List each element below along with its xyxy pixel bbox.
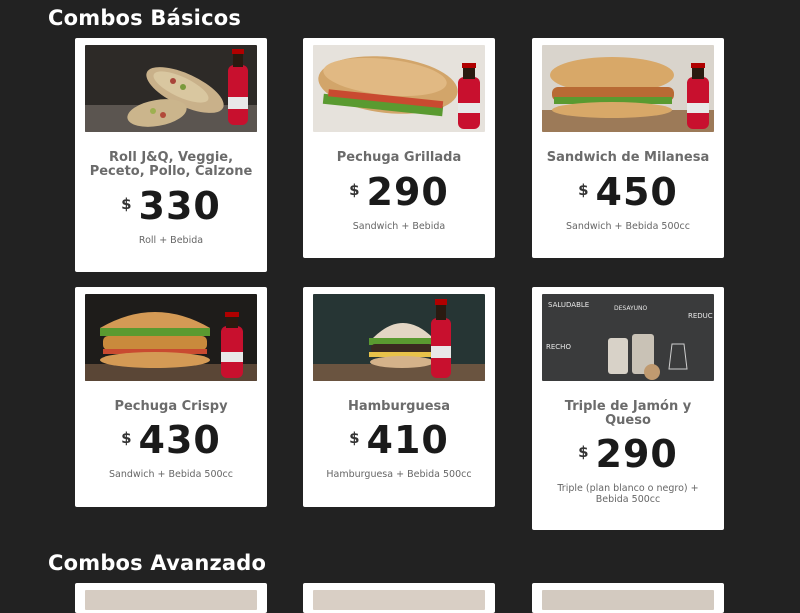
combo-price-value: 410: [366, 418, 449, 462]
section-title-basic: Combos Básicos: [48, 6, 242, 30]
combo-name: Pechuga Crispy: [114, 399, 228, 414]
combo-name: Pechuga Grillada: [336, 150, 462, 165]
combo-image-pechuga-crispy: [85, 294, 257, 381]
combo-image-hamburguesa: [313, 294, 485, 381]
combo-price-value: 450: [595, 170, 678, 214]
combo-image-pechuga-grillada: [313, 45, 485, 132]
combo-description: Triple (plan blanco o negro) + Bebida 50…: [557, 483, 699, 505]
currency-symbol: $: [578, 181, 590, 199]
combo-price-value: 430: [138, 418, 221, 462]
chalk-text: SALUDABLE: [548, 301, 589, 309]
combo-card[interactable]: Roll J&Q, Veggie, Peceto, Pollo, Calzone…: [75, 38, 267, 272]
combo-card[interactable]: [303, 583, 495, 613]
combo-card[interactable]: Pechuga Crispy $430 Sandwich + Bebida 50…: [75, 287, 267, 507]
combo-card[interactable]: Pechuga Grillada $290 Sandwich + Bebida: [303, 38, 495, 258]
combo-price: $290: [303, 172, 495, 212]
combo-card[interactable]: SALUDABLE DESAYUNO RECHO REDUC Triple de…: [532, 287, 724, 530]
combo-card[interactable]: [75, 583, 267, 613]
currency-symbol: $: [121, 195, 133, 213]
section-title-advanced: Combos Avanzado: [48, 551, 267, 575]
combo-name: Triple de Jamón y Queso: [564, 399, 692, 428]
combo-image: [542, 590, 714, 610]
combo-description: Roll + Bebida: [138, 235, 204, 246]
combo-price: $290: [532, 434, 724, 474]
chalk-text: DESAYUNO: [614, 305, 648, 312]
combo-price: $330: [75, 186, 267, 226]
combo-card[interactable]: Sandwich de Milanesa $450 Sandwich + Beb…: [532, 38, 724, 258]
combo-description: Sandwich + Bebida 500cc: [108, 469, 234, 480]
combo-price-value: 290: [366, 170, 449, 214]
combo-price: $410: [303, 420, 495, 460]
combo-image-milanesa: [542, 45, 714, 132]
combo-description: Hamburguesa + Bebida 500cc: [326, 469, 472, 480]
currency-symbol: $: [349, 429, 361, 447]
combo-name: Roll J&Q, Veggie, Peceto, Pollo, Calzone: [89, 150, 253, 179]
combo-image-roll: [85, 45, 257, 132]
combo-price-value: 330: [138, 184, 221, 228]
currency-symbol: $: [121, 429, 133, 447]
chalk-text: RECHO: [546, 343, 571, 351]
currency-symbol: $: [578, 443, 590, 461]
combo-name: Sandwich de Milanesa: [546, 150, 710, 165]
combo-price-value: 290: [595, 432, 678, 476]
currency-symbol: $: [349, 181, 361, 199]
chalk-text: REDUC: [688, 312, 713, 320]
combo-description: Sandwich + Bebida 500cc: [565, 221, 691, 232]
combo-image: [85, 590, 257, 610]
combo-image-triple: SALUDABLE DESAYUNO RECHO REDUC: [542, 294, 714, 381]
combo-price: $430: [75, 420, 267, 460]
combo-description: Sandwich + Bebida: [352, 221, 446, 232]
combo-price: $450: [532, 172, 724, 212]
combo-card[interactable]: Hamburguesa $410 Hamburguesa + Bebida 50…: [303, 287, 495, 507]
combo-name: Hamburguesa: [347, 399, 451, 414]
combo-card[interactable]: [532, 583, 724, 613]
combo-image: [313, 590, 485, 610]
